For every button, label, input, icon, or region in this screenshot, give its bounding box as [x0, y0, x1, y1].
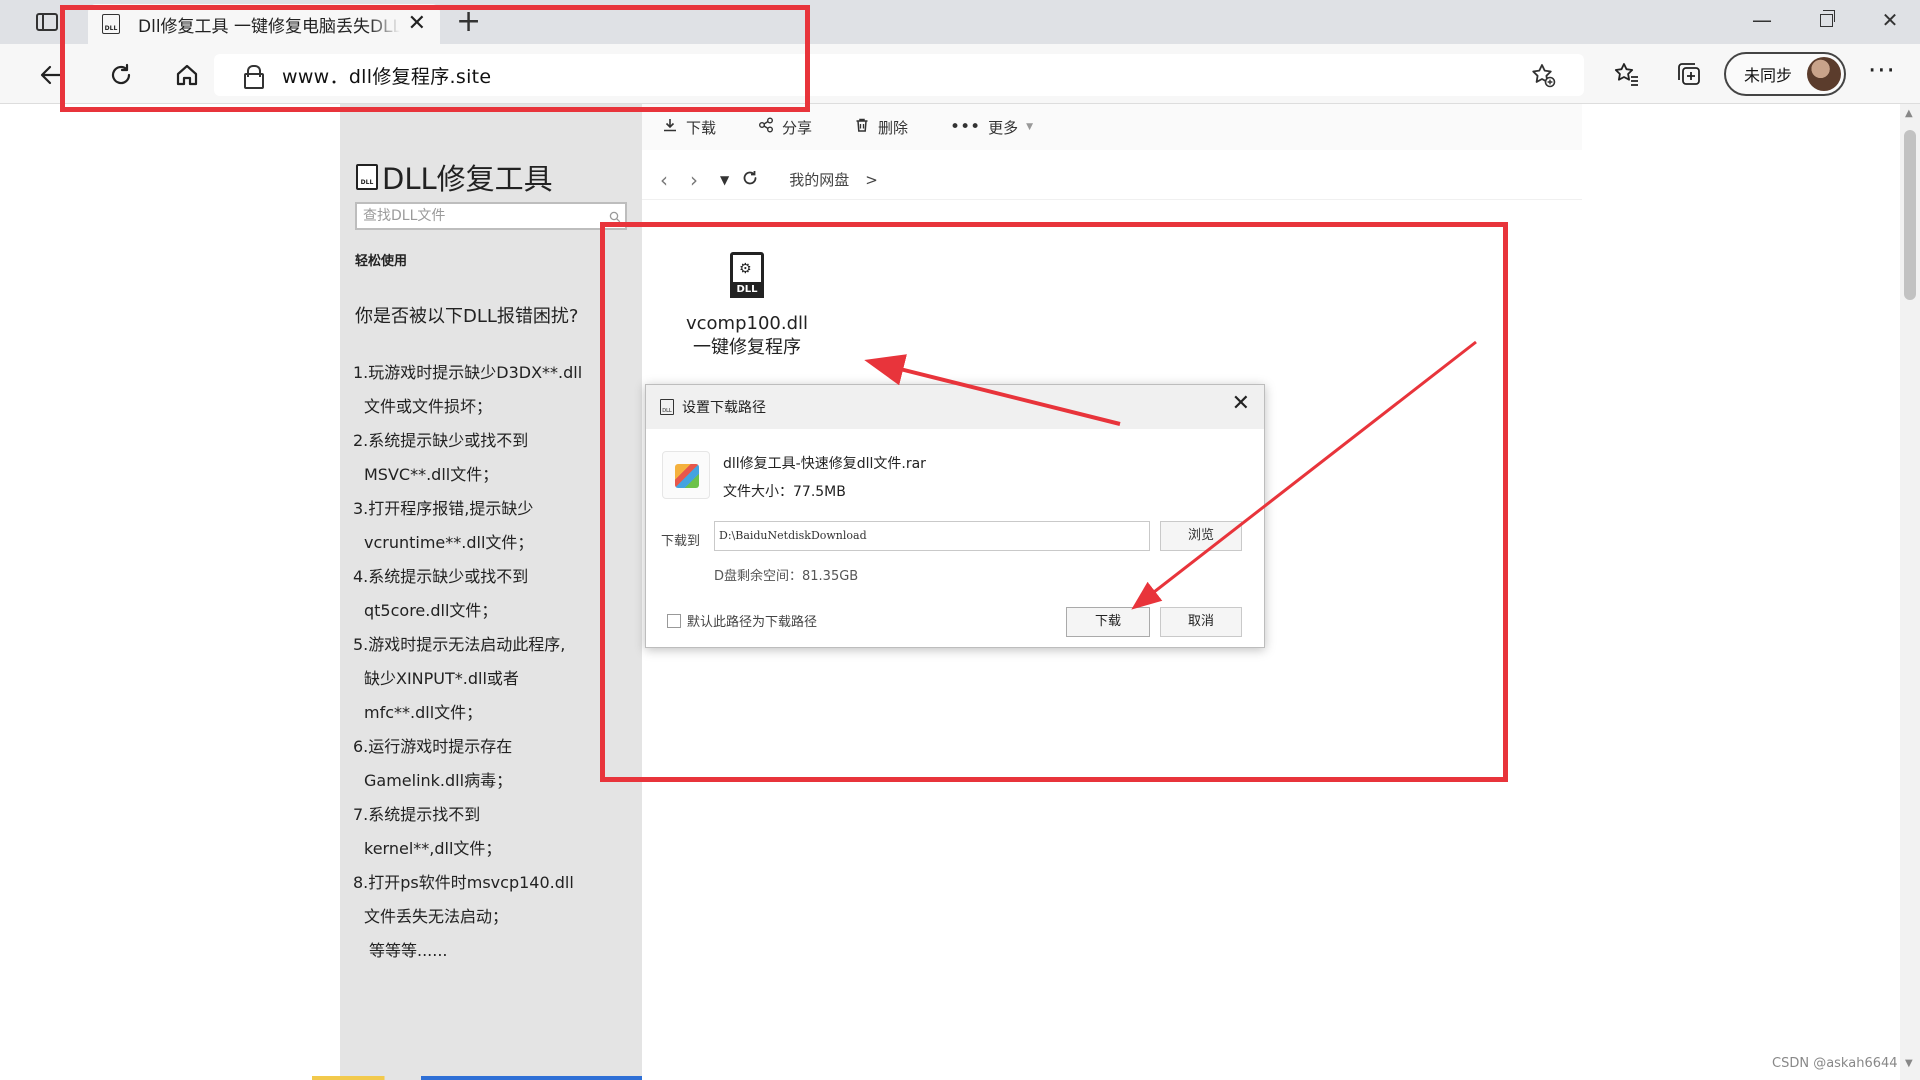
share-button[interactable]: 分享: [758, 117, 812, 138]
profile-button[interactable]: 未同步: [1724, 52, 1846, 96]
list-item: 7.系统提示找不到: [353, 805, 481, 824]
list-item: 2.系统提示缺少或找不到: [353, 431, 529, 450]
search-input[interactable]: 查找DLL文件: [355, 202, 627, 230]
refresh-icon[interactable]: [741, 168, 759, 192]
share-icon: [758, 117, 774, 138]
chevron-right-icon[interactable]: ›: [690, 168, 698, 192]
restore-icon: [1819, 10, 1835, 27]
watermark: CSDN @askah6644: [1772, 1056, 1898, 1071]
window-close-button[interactable]: ✕: [1870, 8, 1910, 32]
delete-label: 删除: [878, 118, 909, 137]
bottom-color-stripe: [312, 1076, 642, 1080]
search-placeholder: 查找DLL文件: [363, 208, 446, 224]
list-item: 3.打开程序报错,提示缺少: [353, 499, 534, 518]
sidebar-question: 你是否被以下DLL报错困扰?: [355, 306, 579, 327]
list-item: 缺少XINPUT*.dll或者: [364, 669, 519, 688]
section-label: 轻松使用: [355, 254, 408, 269]
site-logo[interactable]: DLL DLL修复工具: [356, 156, 553, 198]
restore-button[interactable]: [1806, 8, 1846, 32]
tab-actions-icon[interactable]: [34, 10, 60, 34]
list-item: vcruntime**.dll文件；: [364, 533, 534, 552]
profile-sync-label: 未同步: [1744, 66, 1793, 85]
favorites-icon[interactable]: [1612, 60, 1642, 95]
trash-icon: [854, 117, 870, 138]
dll-file-icon: DLL: [356, 164, 378, 190]
chevron-left-icon[interactable]: ‹: [660, 168, 668, 192]
collections-icon[interactable]: [1674, 60, 1704, 95]
delete-button[interactable]: 删除: [854, 117, 908, 138]
share-label: 分享: [782, 118, 813, 137]
list-item: Gamelink.dll病毒；: [364, 771, 513, 790]
page-scrollbar[interactable]: ▲ ▼: [1900, 104, 1920, 1080]
breadcrumb-arrow: >: [865, 170, 878, 189]
sidebar: DLL DLL修复工具 查找DLL文件 轻松使用 你是否被以下DLL报错困扰? …: [312, 104, 642, 1080]
logo-text: DLL修复工具: [382, 162, 553, 196]
list-item: 6.运行游戏时提示存在: [353, 737, 513, 756]
list-item: 文件丢失无法启动；: [364, 907, 509, 926]
list-item: 5.游戏时提示无法启动此程序,: [353, 635, 566, 654]
list-item: 4.系统提示缺少或找不到: [353, 567, 529, 586]
minimize-button[interactable]: —: [1742, 8, 1782, 32]
highlight-box-browser: [60, 5, 810, 112]
ellipsis-icon: •••: [950, 117, 981, 137]
download-icon: [662, 117, 678, 138]
avatar: [1807, 57, 1841, 91]
star-plus-icon[interactable]: [1530, 62, 1556, 94]
list-item: kernel**,dll文件；: [364, 839, 502, 858]
list-item: mfc**.dll文件；: [364, 703, 483, 722]
scroll-down-icon[interactable]: ▼: [1905, 1058, 1913, 1069]
highlight-box-content: [600, 222, 1508, 782]
list-item: 等等等......: [369, 941, 448, 960]
netdisk-nav: ‹ › ▼ 我的网盘 >: [642, 160, 1582, 200]
download-label: 下载: [686, 118, 717, 137]
scroll-thumb[interactable]: [1904, 130, 1916, 300]
breadcrumb[interactable]: 我的网盘: [789, 169, 849, 190]
caret-down-icon[interactable]: ▼: [720, 173, 729, 187]
scroll-up-icon[interactable]: ▲: [1905, 108, 1913, 119]
error-list: 1.玩游戏时提示缺少D3DX**.dll 文件或文件损坏； 2.系统提示缺少或找…: [353, 356, 638, 968]
ellipsis-icon[interactable]: ···: [1868, 56, 1896, 86]
list-item: 1.玩游戏时提示缺少D3DX**.dll: [353, 363, 583, 382]
caret-down-icon: ▼: [1026, 122, 1034, 132]
list-item: 文件或文件损坏；: [364, 397, 493, 416]
more-button[interactable]: ••• 更多 ▼: [950, 117, 1033, 138]
download-button[interactable]: 下载: [662, 117, 716, 138]
list-item: qt5core.dll文件；: [364, 601, 498, 620]
list-item: 8.打开ps软件时msvcp140.dll: [353, 873, 574, 892]
list-item: MSVC**.dll文件；: [364, 465, 499, 484]
page-margin: [0, 104, 340, 1080]
more-label: 更多: [988, 118, 1019, 137]
